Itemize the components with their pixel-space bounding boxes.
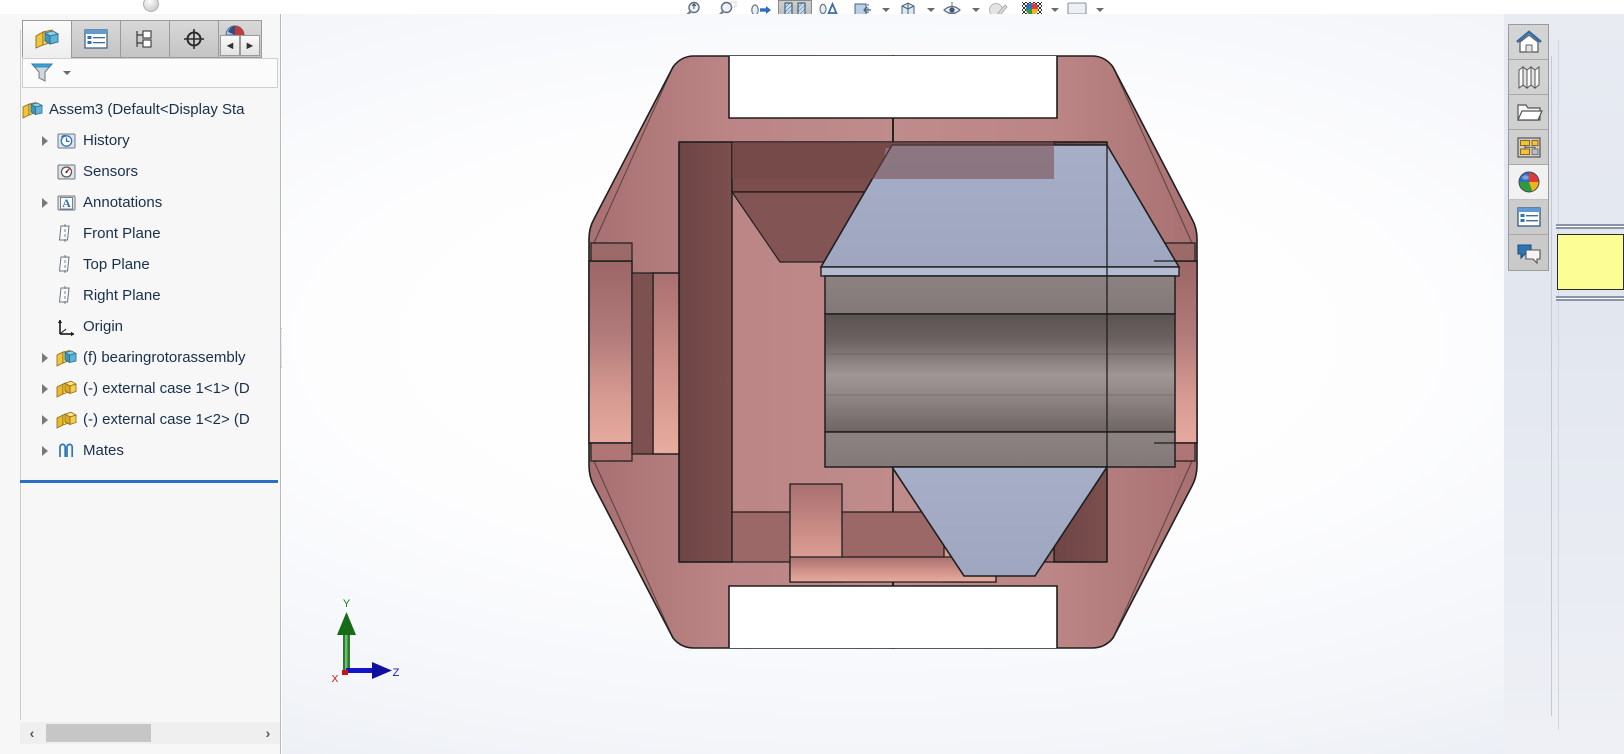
filter-funnel-icon: [30, 63, 54, 82]
panel-tab-prev-button[interactable]: ◄: [220, 35, 240, 56]
feature-manager-design-tree-tab[interactable]: [22, 20, 72, 58]
expand-triangle-icon[interactable]: [36, 197, 54, 208]
triad-x-axis: X: [332, 670, 348, 685]
tree-item-bearingrotorassembly[interactable]: (f) bearingrotorassembly: [20, 342, 281, 373]
tree-section-divider: [20, 480, 278, 483]
custom-properties-icon: [1516, 207, 1541, 227]
solidworks-resources-button[interactable]: [1509, 25, 1548, 60]
tree-item-history[interactable]: History: [20, 125, 281, 156]
triad-z-axis: Z: [346, 662, 400, 679]
tree-item-origin[interactable]: Origin: [20, 311, 281, 342]
graphics-viewport[interactable]: Y Z X: [282, 14, 1504, 754]
feature-manager-panel: ◄ ► Assem3 (Default<Display Sta History …: [0, 14, 281, 754]
panel-lower-divider: [20, 483, 21, 715]
tree-item-annotations[interactable]: A Annotations: [20, 187, 281, 218]
dimxpert-target-icon: [184, 29, 204, 49]
tree-item-external-case-1-1[interactable]: (-) external case 1<1> (D: [20, 373, 281, 404]
property-list-icon: [84, 29, 108, 49]
task-pane-edge-line: [1558, 40, 1559, 730]
tree-item-front-plane[interactable]: Front Plane: [20, 218, 281, 249]
appearance-sphere-icon: [1518, 171, 1539, 193]
solidworks-window: ◄ ► Assem3 (Default<Display Sta History …: [0, 0, 1624, 754]
tree-item-right-plane[interactable]: Right Plane: [20, 280, 281, 311]
configuration-tree-icon: [136, 30, 152, 48]
triad-y-axis: Y: [337, 598, 356, 672]
display-manager-tab[interactable]: ◄ ►: [218, 20, 262, 58]
property-manager-tab[interactable]: [71, 20, 121, 58]
appearances-scenes-decals-button[interactable]: [1509, 165, 1548, 200]
view-palette-button[interactable]: [1509, 130, 1548, 165]
folder-icon: [1516, 104, 1543, 121]
expand-triangle-icon[interactable]: [36, 383, 54, 394]
filter-dropdown-icon[interactable]: [63, 71, 71, 75]
solidworks-forum-button[interactable]: [1509, 235, 1548, 270]
mates-paperclip-icon: [54, 441, 80, 461]
sensors-folder-icon: [54, 162, 80, 182]
custom-properties-button[interactable]: [1509, 200, 1548, 235]
task-pane-buttons: [1508, 24, 1549, 271]
tree-item-label: Origin: [83, 318, 124, 335]
part-icon: [54, 409, 80, 431]
tree-item-label: Top Plane: [83, 256, 150, 273]
triad-z-label: Z: [393, 667, 400, 679]
note-swatch[interactable]: [1557, 234, 1624, 290]
tree-horizontal-scrollbar[interactable]: ‹ ›: [20, 722, 280, 744]
task-pane-inner-divider: [1551, 56, 1552, 716]
toolbar-pin-knob[interactable]: [143, 0, 159, 12]
configuration-manager-tab[interactable]: [120, 20, 170, 58]
tree-item-label: (-) external case 1<2> (D: [83, 411, 250, 428]
tree-item-label: Front Plane: [83, 225, 161, 242]
view-palette-icon: [1516, 137, 1541, 158]
note-resize-grip-top[interactable]: [1556, 224, 1624, 229]
expand-triangle-icon[interactable]: [36, 135, 54, 146]
tree-item-label: (-) external case 1<1> (D: [83, 380, 250, 397]
panel-tab-next-button[interactable]: ►: [240, 35, 260, 56]
design-tree: Assem3 (Default<Display Sta History Sens…: [20, 94, 281, 466]
home-icon: [1515, 30, 1542, 53]
tree-item-sensors[interactable]: Sensors: [20, 156, 281, 187]
tree-item-mates[interactable]: Mates: [20, 435, 281, 466]
assembly-cube-icon: [35, 29, 60, 49]
expand-triangle-icon[interactable]: [36, 352, 54, 363]
tree-item-assem3[interactable]: Assem3 (Default<Display Sta: [20, 94, 281, 125]
expand-triangle-icon[interactable]: [36, 414, 54, 425]
note-resize-grip-bottom[interactable]: [1556, 296, 1624, 301]
history-folder-icon: [54, 131, 80, 151]
scroll-left-button[interactable]: ‹: [20, 722, 44, 744]
tree-filter-bar[interactable]: [22, 58, 278, 88]
annotations-folder-icon: A: [54, 193, 80, 213]
tree-item-label: Assem3 (Default<Display Sta: [49, 101, 245, 118]
tree-item-label: Annotations: [83, 194, 163, 211]
scroll-right-button[interactable]: ›: [256, 722, 280, 744]
design-library-button[interactable]: [1509, 60, 1548, 95]
tree-item-label: History: [83, 132, 130, 149]
triad-x-label: X: [332, 674, 339, 685]
panel-tab-nav-buttons: ◄ ►: [220, 35, 260, 56]
forum-chat-icon: [1516, 243, 1541, 264]
dimxpert-manager-tab[interactable]: [169, 20, 219, 58]
plane-icon: [54, 223, 80, 245]
svg-text:A: A: [62, 196, 71, 210]
origin-axes-icon: [54, 316, 80, 338]
subassembly-icon: [54, 347, 80, 369]
triad-y-label: Y: [343, 598, 351, 610]
tree-item-label: Sensors: [83, 163, 139, 180]
plane-icon: [54, 254, 80, 276]
file-explorer-button[interactable]: [1509, 95, 1548, 130]
tree-item-label: Mates: [83, 442, 124, 459]
coordinate-triad: Y Z X: [332, 598, 400, 685]
library-books-icon: [1518, 66, 1539, 89]
tree-item-top-plane[interactable]: Top Plane: [20, 249, 281, 280]
panel-tab-bar: ◄ ►: [22, 20, 281, 58]
tree-item-label: (f) bearingrotorassembly: [83, 349, 246, 366]
plane-icon: [54, 285, 80, 307]
assembly-icon: [20, 99, 46, 121]
part-icon: [54, 378, 80, 400]
section-view-model[interactable]: [282, 14, 1504, 754]
tree-item-external-case-1-2[interactable]: (-) external case 1<2> (D: [20, 404, 281, 435]
scrollbar-thumb[interactable]: [46, 724, 151, 742]
tree-item-label: Right Plane: [83, 287, 161, 304]
expand-triangle-icon[interactable]: [36, 445, 54, 456]
